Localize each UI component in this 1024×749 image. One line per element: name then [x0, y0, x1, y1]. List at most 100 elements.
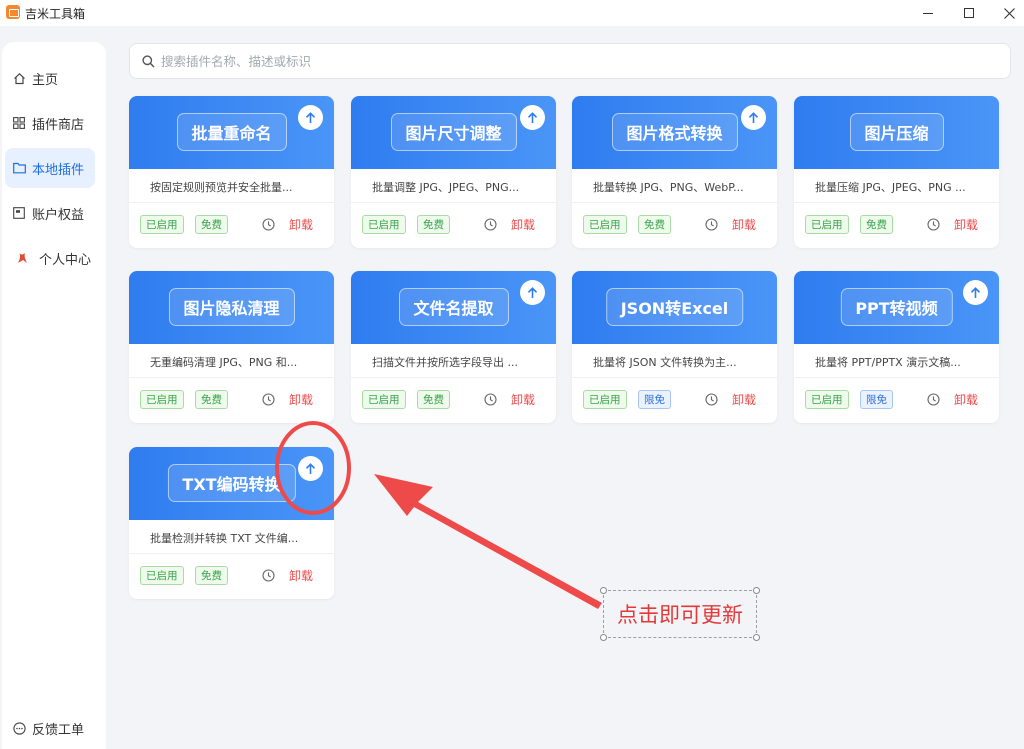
annotation-handle[interactable] [753, 634, 760, 641]
uninstall-button[interactable]: 卸载 [954, 391, 978, 408]
uninstall-button[interactable]: 卸载 [732, 216, 756, 233]
search-bar [129, 43, 1011, 79]
clock-icon[interactable] [705, 393, 718, 406]
status-badge: 已启用 [362, 390, 406, 409]
sidebar-item-label: 个人中心 [39, 252, 92, 268]
search-icon [142, 54, 155, 68]
close-button[interactable] [986, 0, 1024, 26]
card-footer: 已启用 免费 卸载 [572, 203, 777, 248]
sidebar-item-label: 插件商店 [32, 117, 85, 133]
clock-icon[interactable] [927, 218, 940, 231]
plugin-description: 扫描文件并按所选字段导出 ... [351, 344, 556, 378]
card-footer: 已启用 限免 卸载 [572, 378, 777, 423]
uninstall-button[interactable]: 卸载 [511, 391, 535, 408]
clock-icon[interactable] [927, 393, 940, 406]
sidebar-item-account-benefits[interactable]: 账户权益 [5, 193, 95, 233]
status-badge: 已启用 [140, 390, 184, 409]
arrow-up-icon [305, 462, 316, 474]
update-button[interactable] [520, 105, 545, 130]
close-icon [1003, 7, 1015, 19]
price-badge: 免费 [638, 215, 671, 234]
update-button[interactable] [520, 280, 545, 305]
app-logo-icon [6, 5, 20, 19]
price-badge: 免费 [195, 566, 228, 585]
price-badge: 限免 [638, 390, 671, 409]
search-input[interactable] [161, 53, 981, 69]
card-footer: 已启用 免费 卸载 [129, 203, 334, 248]
status-badge: 已启用 [362, 215, 406, 234]
clock-icon[interactable] [262, 218, 275, 231]
card-header: 批量重命名 [129, 96, 334, 169]
plugin-title: 批量重命名 [176, 113, 287, 151]
sidebar-item-local-plugins[interactable]: 本地插件 [5, 148, 95, 188]
card-header: 图片压缩 [794, 96, 999, 169]
card-footer: 已启用 免费 卸载 [351, 203, 556, 248]
status-badge: 已启用 [583, 215, 627, 234]
plugin-description: 批量检测并转换 TXT 文件编... [129, 520, 334, 554]
plugin-title: JSON转Excel [605, 288, 744, 326]
plugin-card[interactable]: TXT编码转换 批量检测并转换 TXT 文件编... 已启用 免费 卸载 [129, 447, 334, 599]
minimize-icon [923, 12, 933, 14]
price-badge: 免费 [417, 390, 450, 409]
update-button[interactable] [298, 105, 323, 130]
arrow-up-icon [527, 111, 538, 123]
plugin-title: PPT转视频 [840, 288, 953, 326]
card-footer: 已启用 免费 卸载 [351, 378, 556, 423]
plugin-description: 无重编码清理 JPG、PNG 和... [129, 344, 334, 378]
folder-icon [12, 161, 26, 175]
annotation-handle[interactable] [600, 634, 607, 641]
clock-icon[interactable] [262, 569, 275, 582]
uninstall-button[interactable]: 卸载 [289, 391, 313, 408]
uninstall-button[interactable]: 卸载 [954, 216, 978, 233]
plugin-description: 批量压缩 JPG、JPEG、PNG ... [794, 169, 999, 203]
feedback-ticket-button[interactable]: 反馈工单 [5, 708, 95, 748]
uninstall-button[interactable]: 卸载 [732, 391, 756, 408]
plugin-title: 图片隐私清理 [168, 288, 295, 326]
clock-icon[interactable] [262, 393, 275, 406]
clock-icon[interactable] [484, 393, 497, 406]
plugin-title: TXT编码转换 [167, 464, 296, 502]
status-badge: 已启用 [805, 215, 849, 234]
plugin-card[interactable]: 图片压缩 批量压缩 JPG、JPEG、PNG ... 已启用 免费 卸载 [794, 96, 999, 248]
update-button[interactable] [298, 456, 323, 481]
sidebar: 主页 插件商店 本地插件 账户权益 个人中心 反馈工单 [2, 42, 106, 749]
price-badge: 限免 [860, 390, 893, 409]
clock-icon[interactable] [484, 218, 497, 231]
annotation-handle[interactable] [753, 587, 760, 594]
card-header: 图片格式转换 [572, 96, 777, 169]
minimize-button[interactable] [905, 0, 951, 26]
sidebar-item-personal-center[interactable]: 个人中心 [5, 238, 95, 278]
card-footer: 已启用 限免 卸载 [794, 378, 999, 423]
card-footer: 已启用 免费 卸载 [129, 554, 334, 599]
sidebar-item-label: 反馈工单 [32, 722, 85, 738]
arrow-up-icon [305, 111, 316, 123]
arrow-up-icon [527, 286, 538, 298]
plugin-description: 批量调整 JPG、JPEG、PNG... [351, 169, 556, 203]
plugin-card[interactable]: PPT转视频 批量将 PPT/PPTX 演示文稿... 已启用 限免 卸载 [794, 271, 999, 423]
plugin-card[interactable]: JSON转Excel 批量将 JSON 文件转换为主... 已启用 限免 卸载 [572, 271, 777, 423]
sidebar-item-plugin-store[interactable]: 插件商店 [5, 103, 95, 143]
plugin-card[interactable]: 图片格式转换 批量转换 JPG、PNG、WebP... 已启用 免费 卸载 [572, 96, 777, 248]
price-badge: 免费 [195, 215, 228, 234]
clock-icon[interactable] [705, 218, 718, 231]
update-button[interactable] [963, 280, 988, 305]
update-button[interactable] [741, 105, 766, 130]
status-badge: 已启用 [140, 215, 184, 234]
account-icon [12, 206, 26, 220]
sidebar-item-home[interactable]: 主页 [5, 58, 95, 98]
uninstall-button[interactable]: 卸载 [511, 216, 535, 233]
annotation-handle[interactable] [600, 587, 607, 594]
price-badge: 免费 [417, 215, 450, 234]
plugin-card[interactable]: 图片隐私清理 无重编码清理 JPG、PNG 和... 已启用 免费 卸载 [129, 271, 334, 423]
plugin-card[interactable]: 批量重命名 按固定规则预览并安全批量... 已启用 免费 卸载 [129, 96, 334, 248]
uninstall-button[interactable]: 卸载 [289, 567, 313, 584]
annotation-label: 点击即可更新 [603, 590, 757, 638]
plugin-card[interactable]: 文件名提取 扫描文件并按所选字段导出 ... 已启用 免费 卸载 [351, 271, 556, 423]
plugin-card[interactable]: 图片尺寸调整 批量调整 JPG、JPEG、PNG... 已启用 免费 卸载 [351, 96, 556, 248]
maximize-icon [964, 8, 974, 18]
home-icon [12, 71, 26, 85]
card-footer: 已启用 免费 卸载 [794, 203, 999, 248]
app-title: 吉米工具箱 [25, 7, 86, 21]
title-bar: 吉米工具箱 [0, 0, 1024, 26]
uninstall-button[interactable]: 卸载 [289, 216, 313, 233]
